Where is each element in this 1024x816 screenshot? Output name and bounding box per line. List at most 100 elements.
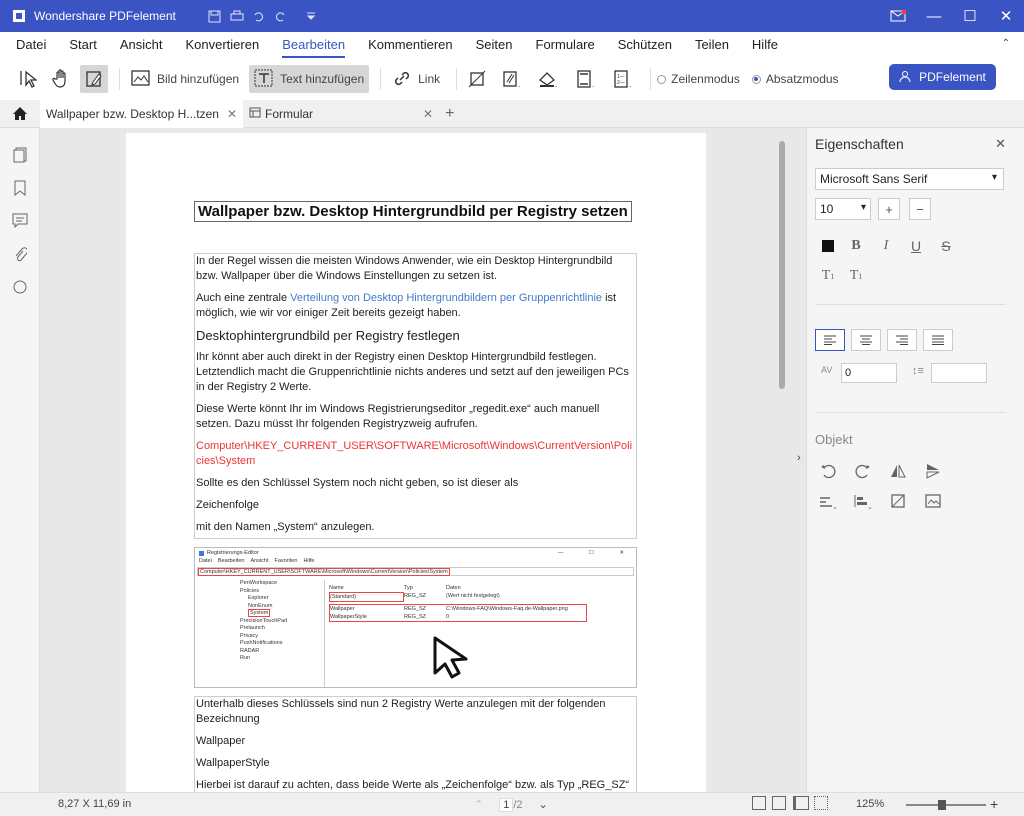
previous-page-icon[interactable]: ⌃ — [474, 798, 483, 811]
font-family-select[interactable]: Microsoft Sans Serif — [815, 168, 1004, 190]
font-size-select[interactable]: 10 — [815, 198, 871, 220]
flip-vertical-icon[interactable] — [922, 460, 944, 482]
link-button[interactable]: Link — [387, 65, 445, 93]
text-color-button[interactable] — [817, 235, 839, 257]
crop-icon[interactable] — [463, 65, 491, 93]
redo-icon[interactable] — [272, 7, 290, 25]
registry-editor-image[interactable]: Registrierungs-Editor — ☐ ✕ Datei Bearbe… — [194, 547, 637, 688]
add-text-button[interactable]: Text hinzufügen — [249, 65, 370, 93]
collapse-ribbon-icon[interactable]: ⌃ — [1002, 38, 1010, 49]
close-button[interactable]: ✕ — [988, 0, 1024, 32]
new-tab-icon[interactable]: + — [445, 105, 454, 123]
decrease-font-size-button[interactable]: − — [909, 198, 931, 220]
hand-tool-button[interactable] — [47, 65, 75, 93]
menu-schuetzen[interactable]: Schützen — [618, 32, 672, 58]
watermark-icon[interactable]: . — [496, 65, 528, 93]
menu-kommentieren[interactable]: Kommentieren — [368, 32, 453, 58]
tab-wallpaper-document[interactable]: Wallpaper bzw. Desktop H...tzen ✕ — [40, 99, 244, 128]
vertical-scrollbar[interactable] — [779, 141, 785, 389]
increase-font-size-button[interactable]: + — [878, 198, 900, 220]
add-image-button[interactable]: Bild hinzufügen — [126, 65, 244, 93]
menu-konvertieren[interactable]: Konvertieren — [185, 32, 259, 58]
paragraph-mode-radio[interactable]: Absatzmodus — [751, 72, 839, 86]
align-left-button[interactable] — [815, 329, 845, 351]
single-page-view-icon[interactable] — [752, 796, 766, 810]
document-title[interactable]: Wallpaper bzw. Desktop Hintergrundbild p… — [194, 201, 632, 222]
superscript-button[interactable]: T1 — [817, 265, 839, 287]
rotate-left-icon[interactable] — [817, 460, 839, 482]
page-dimensions: 8,27 X 11,69 in — [58, 798, 132, 810]
paragraph: Auch eine zentrale Verteilung von Deskto… — [196, 292, 617, 319]
subscript-button[interactable]: T1 — [845, 265, 867, 287]
thumbnails-icon[interactable] — [0, 138, 39, 171]
distribute-objects-icon[interactable]: ⌄ — [852, 490, 874, 512]
zoom-level[interactable]: 125% — [856, 798, 884, 810]
customize-arrow-icon[interactable] — [302, 7, 320, 25]
zoom-slider-handle[interactable] — [938, 800, 946, 810]
paragraph: Ihr könnt aber auch direkt in der Regist… — [196, 351, 629, 393]
grid-view-icon[interactable] — [814, 796, 828, 810]
bold-button[interactable]: B — [845, 235, 867, 257]
align-objects-icon[interactable]: ⌄ — [817, 490, 839, 512]
account-button[interactable]: PDFelement — [889, 64, 996, 90]
strikethrough-button[interactable]: S — [935, 235, 957, 257]
rotate-right-icon[interactable] — [852, 460, 874, 482]
align-right-button[interactable] — [887, 329, 917, 351]
close-icon[interactable]: ✕ — [995, 136, 1006, 152]
zoom-in-icon[interactable]: + — [990, 796, 998, 812]
line-spacing-input[interactable] — [931, 363, 987, 383]
zoom-slider[interactable] — [906, 804, 986, 806]
menu-seiten[interactable]: Seiten — [476, 32, 513, 58]
paragraph: In der Regel wissen die meisten Windows … — [196, 255, 613, 282]
save-icon[interactable] — [206, 7, 224, 25]
comment-icon[interactable] — [0, 204, 39, 237]
menu-teilen[interactable]: Teilen — [695, 32, 729, 58]
svg-text:.: . — [629, 80, 631, 88]
close-tab-icon[interactable]: ✕ — [227, 107, 237, 121]
undo-icon[interactable] — [250, 7, 268, 25]
maximize-button[interactable]: ☐ — [952, 0, 988, 32]
replace-image-icon[interactable] — [922, 490, 944, 512]
properties-panel: Eigenschaften ✕ Microsoft Sans Serif 10 … — [806, 128, 1024, 792]
menu-datei[interactable]: Datei — [16, 32, 46, 58]
status-bar: 8,27 X 11,69 in ⌃ 1/2 ⌄ 125% + — [0, 792, 1024, 816]
menu-start[interactable]: Start — [69, 32, 96, 58]
close-tab-icon[interactable]: ✕ — [423, 107, 433, 121]
properties-title: Eigenschaften — [815, 136, 904, 152]
next-page-icon[interactable]: ⌄ — [539, 798, 548, 811]
home-icon[interactable] — [0, 106, 40, 121]
crop-object-icon[interactable] — [887, 490, 909, 512]
text-block-1[interactable]: In der Regel wissen die meisten Windows … — [194, 253, 637, 539]
flip-horizontal-icon[interactable] — [887, 460, 909, 482]
bates-number-icon[interactable]: 1— 2—. — [607, 65, 639, 93]
document-link[interactable]: Verteilung von Desktop Hintergrundbilder… — [290, 292, 602, 304]
menu-hilfe[interactable]: Hilfe — [752, 32, 778, 58]
edit-tool-button[interactable] — [80, 65, 108, 93]
background-icon[interactable]: . — [533, 65, 565, 93]
mail-icon[interactable] — [880, 0, 916, 32]
continuous-view-icon[interactable] — [772, 796, 786, 810]
image-icon — [131, 69, 151, 90]
search-icon[interactable] — [0, 270, 39, 303]
justify-button[interactable] — [923, 329, 953, 351]
collapse-right-panel-icon[interactable]: › — [797, 452, 801, 464]
italic-button[interactable]: I — [875, 235, 897, 257]
header-footer-icon[interactable]: . — [570, 65, 602, 93]
menu-ansicht[interactable]: Ansicht — [120, 32, 163, 58]
page-number-input[interactable]: 1 — [499, 797, 514, 812]
bookmark-icon[interactable] — [0, 171, 39, 204]
menu-formulare[interactable]: Formulare — [536, 32, 595, 58]
attachment-icon[interactable] — [0, 237, 39, 270]
print-icon[interactable] — [228, 7, 246, 25]
svg-text:2—: 2— — [617, 80, 625, 86]
minimize-button[interactable]: — — [916, 0, 952, 32]
line-mode-radio[interactable]: Zeilenmodus — [657, 72, 740, 86]
text-block-2[interactable]: Unterhalb dieses Schlüssels sind nun 2 R… — [194, 696, 637, 792]
tab-formular[interactable]: Formular ✕ — [243, 100, 439, 128]
underline-button[interactable]: U — [905, 235, 927, 257]
character-spacing-input[interactable]: 0 — [841, 363, 897, 383]
menu-bearbeiten[interactable]: Bearbeiten — [282, 32, 346, 58]
two-page-view-icon[interactable] — [793, 796, 809, 810]
align-center-button[interactable] — [851, 329, 881, 351]
select-tool-button[interactable] — [14, 65, 42, 93]
